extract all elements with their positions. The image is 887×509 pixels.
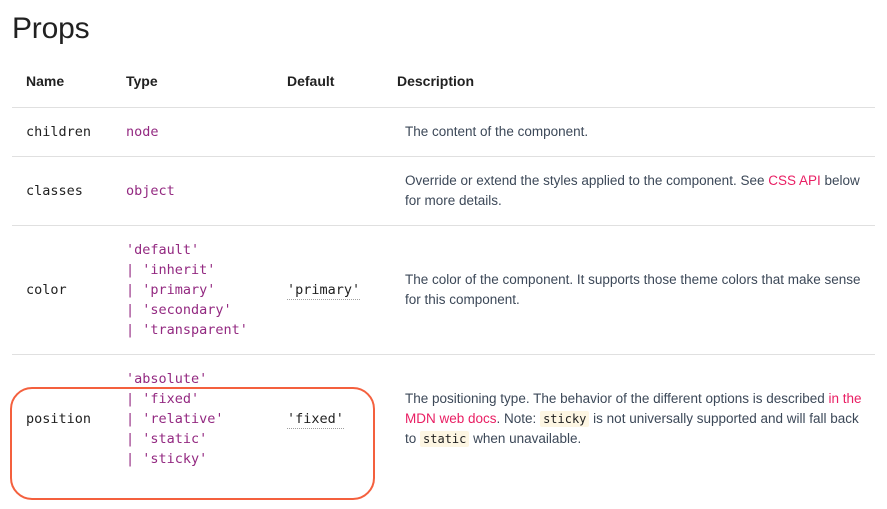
prop-default: 'fixed' [287, 355, 397, 484]
prop-type: node [126, 107, 287, 157]
prop-name: color [12, 225, 126, 355]
column-header-description: Description [397, 72, 875, 108]
page-title: Props [12, 12, 90, 45]
table-row: classes object Override or extend the styl… [12, 156, 875, 226]
table-header: Name Type Default Description [12, 72, 875, 108]
props-table: Name Type Default Description children no… [12, 72, 875, 483]
props-documentation-page: Props Name Type Default Description chil… [0, 0, 887, 509]
inline-code: static [420, 431, 470, 447]
column-header-name: Name [12, 72, 126, 108]
column-header-type: Type [126, 72, 287, 108]
prop-description: The positioning type. The behavior of th… [405, 391, 862, 447]
prop-type: 'default' | 'inherit' | 'primary' | 'sec… [126, 225, 287, 355]
description-link[interactable]: CSS API [768, 173, 821, 188]
prop-default-value: 'primary' [287, 282, 361, 300]
prop-description: The content of the component. [397, 107, 875, 157]
table-header-row: Name Type Default Description [12, 72, 875, 108]
table-body: children node The content of the component… [12, 107, 875, 484]
description-link[interactable]: in the MDN web docs [405, 391, 862, 426]
inline-code: sticky [540, 411, 590, 427]
table-row: color'default' | 'inherit' | 'primary' |… [12, 225, 875, 355]
prop-default-value: 'fixed' [287, 411, 344, 429]
prop-default: 'primary' [287, 225, 397, 355]
table-row: position 'absolute' | 'fixed' | 'relative… [12, 355, 875, 484]
table-row: children node The content of the component… [12, 107, 875, 157]
prop-description: The color of the component. It supports … [397, 225, 875, 355]
prop-name: classes [12, 156, 126, 226]
column-header-default: Default [287, 72, 397, 108]
prop-name: position [26, 411, 92, 427]
prop-type: object [126, 156, 287, 226]
prop-description: Override or extend the styles applied to… [397, 156, 875, 226]
prop-type: 'absolute' | 'fixed' | 'relative' | 'sta… [126, 371, 224, 467]
prop-default [287, 156, 397, 226]
prop-name: children [12, 107, 126, 157]
prop-default [287, 107, 397, 157]
